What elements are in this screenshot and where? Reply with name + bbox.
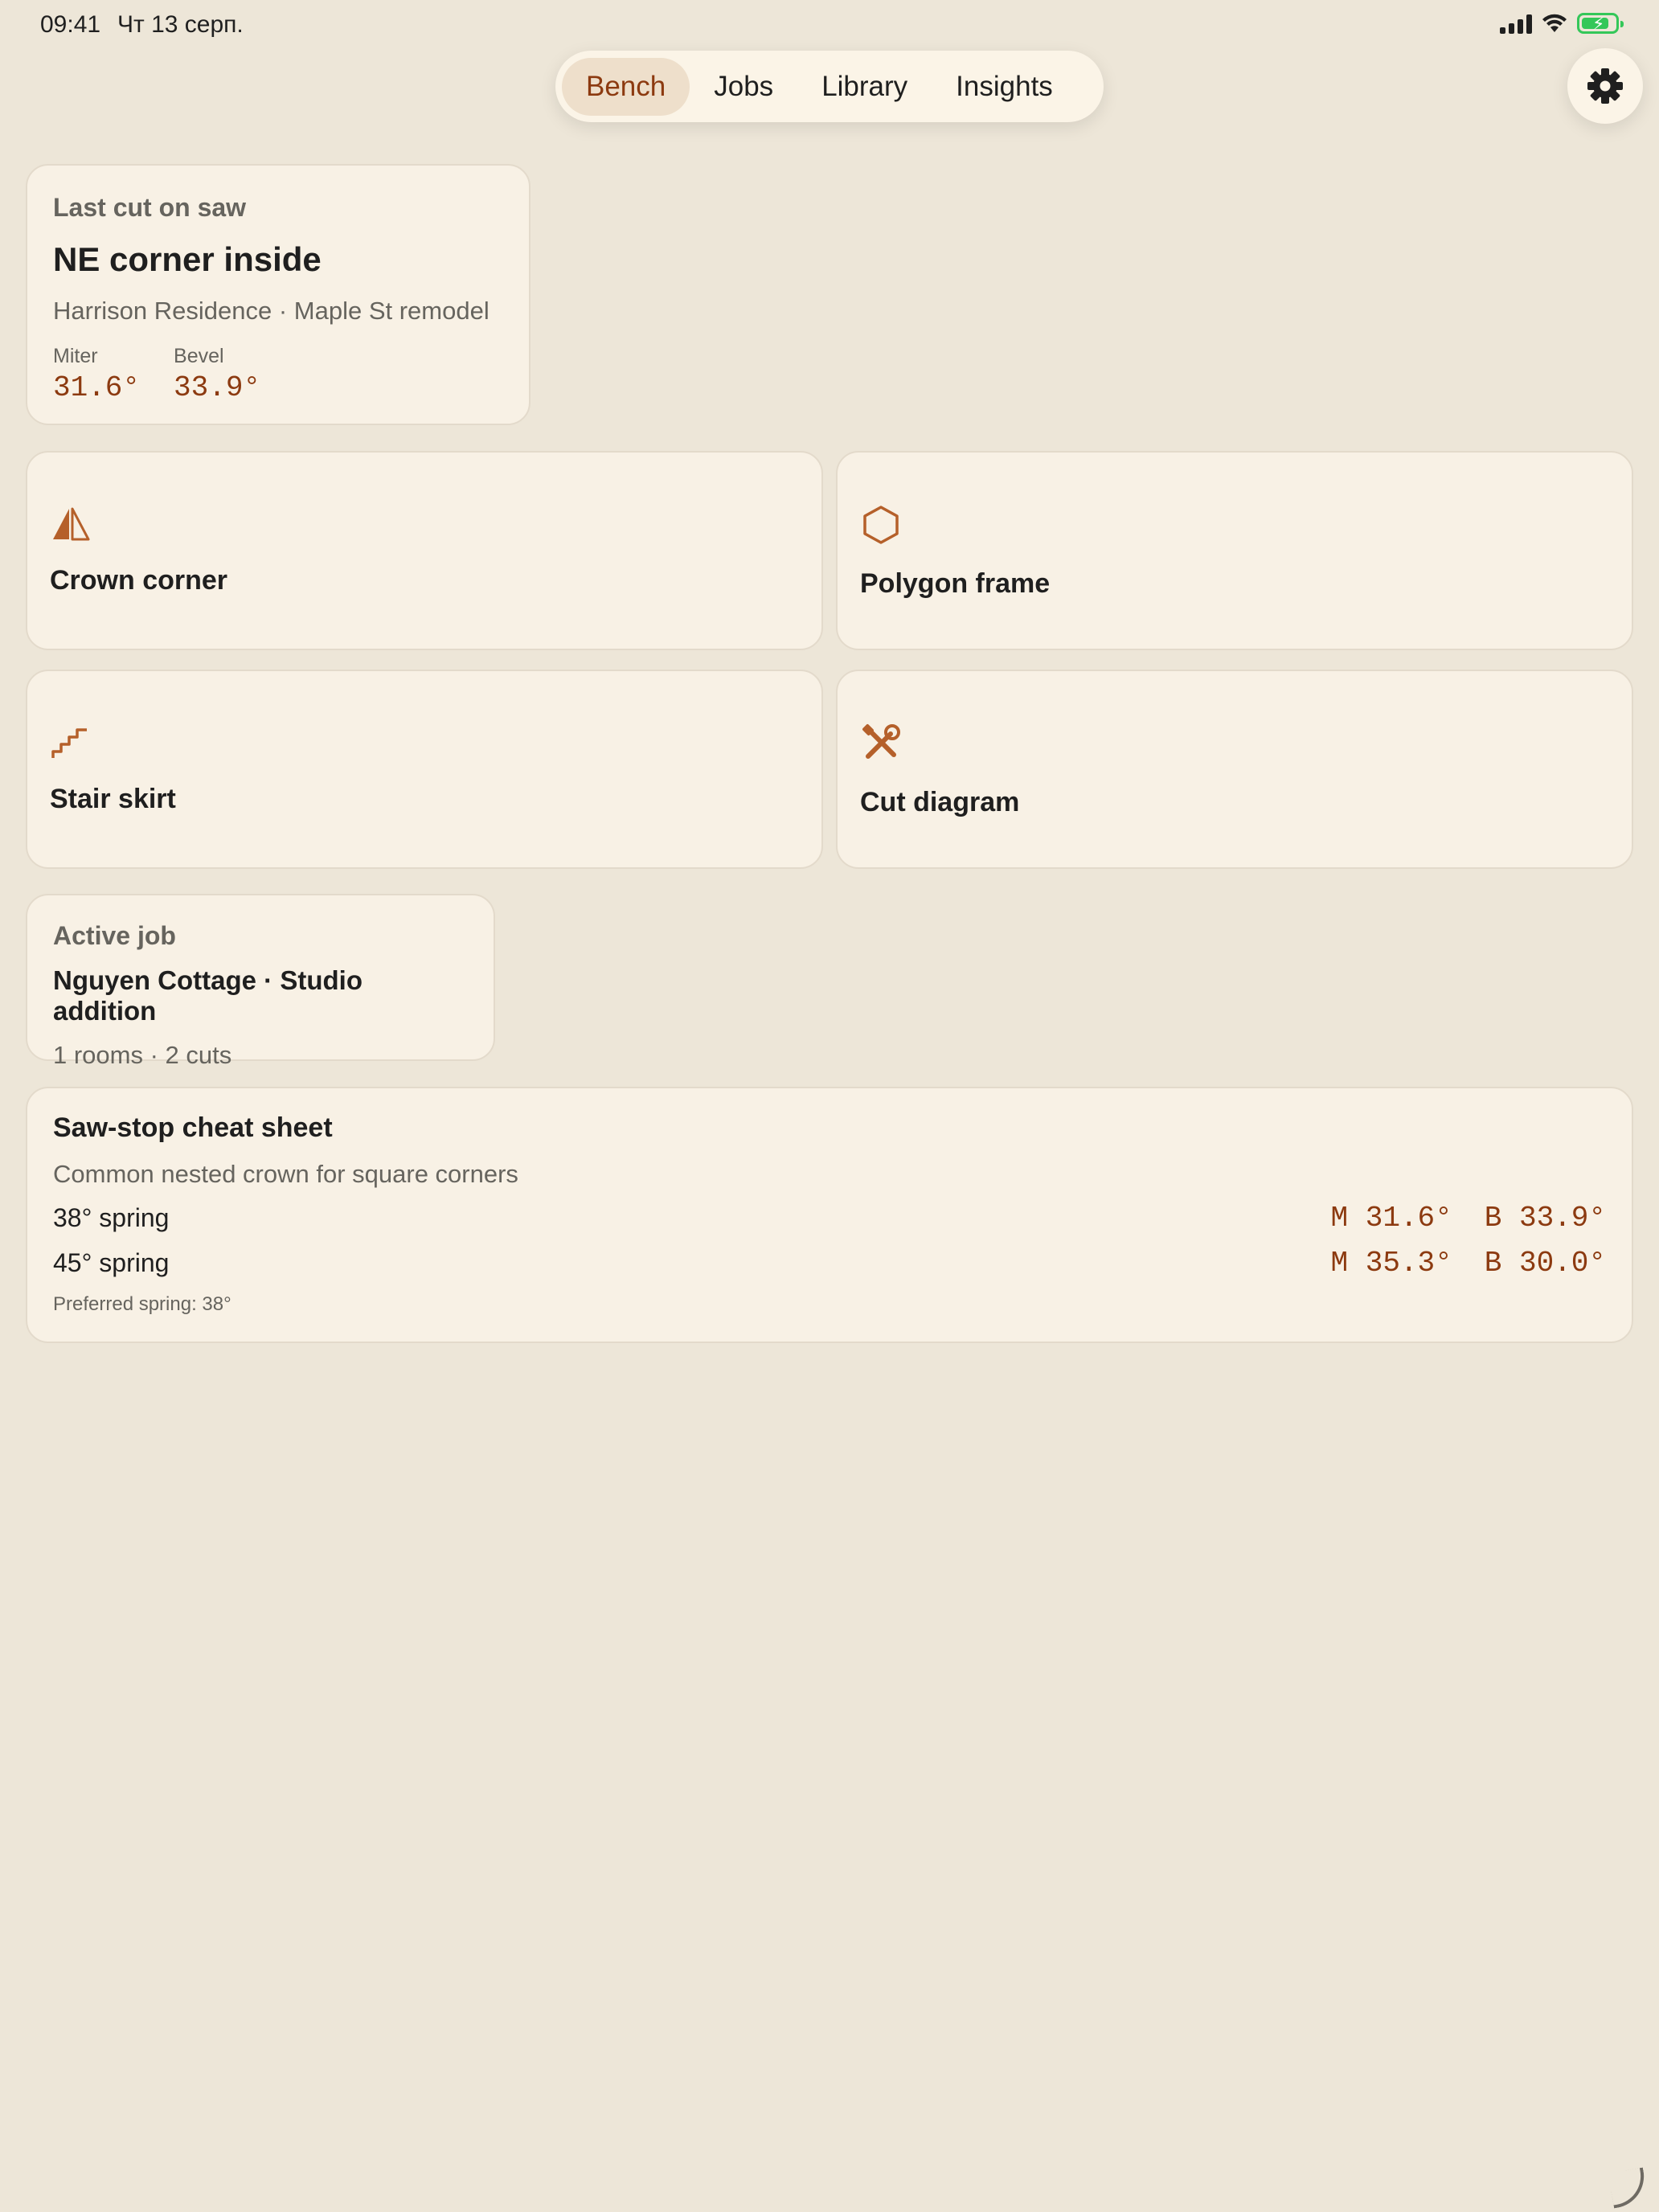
tool-card-stair-skirt[interactable]: Stair skirt [26,670,823,869]
status-time: 09:41 [40,11,101,38]
tool-label-cut-diagram: Cut diagram [860,787,1020,817]
active-job-eyebrow: Active job [53,921,176,950]
tool-card-crown-corner[interactable]: Crown corner [26,451,823,650]
tab-jobs[interactable]: Jobs [690,58,797,116]
tool-label-crown-corner: Crown corner [50,565,228,596]
cheat-row-name: 45° spring [53,1247,170,1277]
battery-charging-icon: ⚡ [1577,13,1624,34]
stairs-icon [51,728,87,758]
cheat-row: 38° spring M 31.6° B 33.9° [53,1202,1606,1235]
cellular-signal-icon [1500,13,1532,34]
cheat-sheet-subtitle: Common nested crown for square corners [53,1160,518,1188]
tab-bar: Bench Jobs Library Insights [555,51,1104,122]
miter-block: Miter 31.6° [53,345,140,404]
tool-card-polygon-frame[interactable]: Polygon frame [836,451,1633,650]
active-job-card[interactable]: Active job Nguyen Cottage · Studio addit… [26,894,495,1069]
miter-value: 31.6° [53,371,141,404]
bench-screen: 09:41 Чт 13 серп. ⚡ Bench Jobs Library I… [0,0,1659,2212]
cheat-sheet-card: Saw-stop cheat sheet Common nested crown… [26,1087,1633,1343]
gear-icon [1587,68,1623,104]
cheat-row: 45° spring M 35.3° B 30.0° [53,1247,1606,1280]
tool-label-stair-skirt: Stair skirt [50,784,176,814]
status-icons: ⚡ [1500,13,1624,34]
cheat-row-values: M 31.6° B 33.9° [1331,1202,1606,1235]
last-cut-title: NE corner inside [53,240,322,278]
cheat-sheet-footnote: Preferred spring: 38° [53,1293,231,1315]
tab-insights[interactable]: Insights [932,58,1077,116]
cheat-row-bevel: B 30.0° [1484,1246,1606,1280]
cheat-row-bevel: B 33.9° [1484,1201,1606,1235]
last-cut-eyebrow: Last cut on saw [53,193,247,222]
cheat-row-name: 38° spring [53,1202,170,1232]
last-cut-subtitle: Harrison Residence · Maple St remodel [53,297,490,325]
cheat-sheet-title: Saw-stop cheat sheet [53,1112,333,1143]
hexagon-icon [863,506,899,544]
tab-library[interactable]: Library [797,58,932,116]
status-bar: 09:41 Чт 13 серп. ⚡ [0,0,1659,51]
status-date: Чт 13 серп. [117,11,244,38]
cheat-row-values: M 35.3° B 30.0° [1331,1247,1606,1280]
tab-bench[interactable]: Bench [562,57,690,116]
bevel-value: 33.9° [174,371,261,404]
active-job-title: Nguyen Cottage · Studio addition [53,965,363,1026]
tool-card-cut-diagram[interactable]: Cut diagram [836,670,1633,869]
last-cut-angles: Miter 31.6° Bevel 33.9° [53,345,503,404]
cheat-row-miter: M 31.6° [1330,1201,1452,1235]
scroll-indicator [1608,2167,1649,2209]
miter-label: Miter [53,345,98,367]
bevel-block: Bevel 33.9° [174,345,260,404]
tools-icon [862,724,900,759]
cheat-row-miter: M 35.3° [1330,1246,1452,1280]
settings-button[interactable] [1567,48,1643,124]
last-cut-card[interactable]: Last cut on saw NE corner inside Harriso… [26,164,530,425]
bevel-label: Bevel [174,345,224,367]
wifi-icon [1542,14,1567,32]
active-job-subtitle: 1 rooms · 2 cuts [53,1041,232,1069]
crown-corner-icon [53,507,90,541]
tool-label-polygon-frame: Polygon frame [860,568,1051,599]
